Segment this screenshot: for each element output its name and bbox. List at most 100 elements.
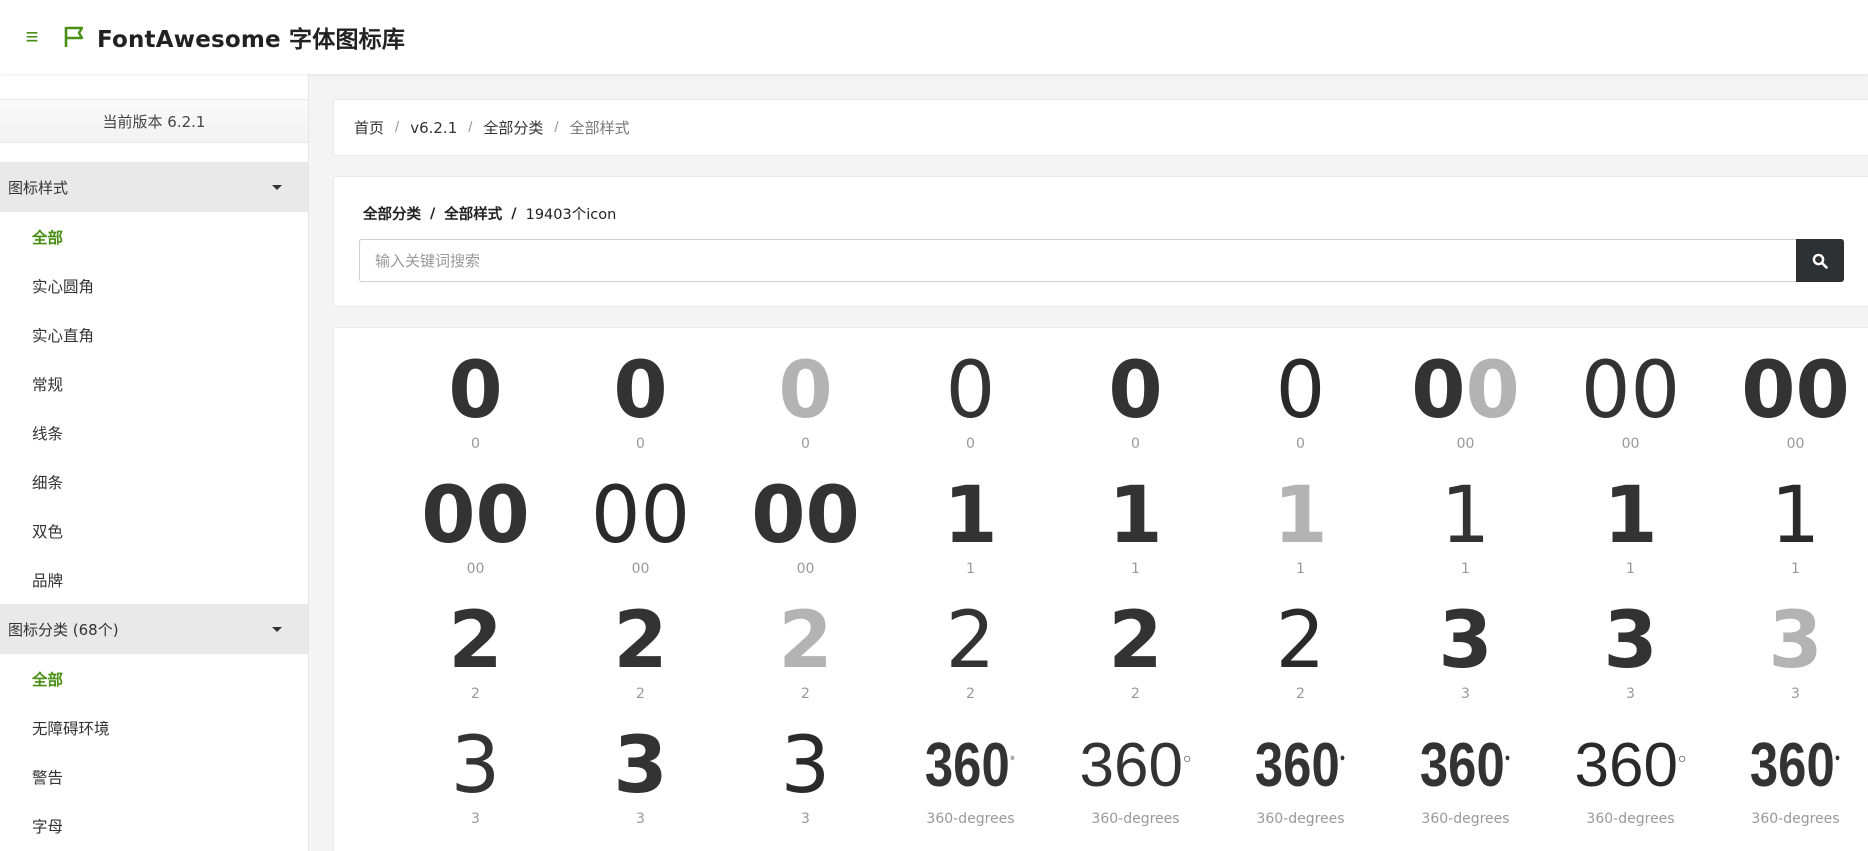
icon-name: 00 [796, 561, 815, 577]
icon-glyph: 3 [450, 721, 501, 811]
icon-name: 2 [1131, 686, 1140, 702]
icon-name: 2 [1296, 686, 1305, 702]
sidebar-item-accessibility[interactable]: 无障碍环境 [0, 703, 308, 752]
version-label: 当前版本 6.2.1 [0, 99, 308, 143]
icon-name: 1 [1131, 561, 1140, 577]
sidebar-item-all-categories[interactable]: 全部 [0, 654, 308, 703]
icon-tile[interactable]: 360 ● 360-degrees [1713, 723, 1868, 848]
icon-tile[interactable]: 00 [1218, 348, 1383, 473]
icon-tile[interactable]: 22 [1053, 598, 1218, 723]
flag-icon [63, 25, 87, 49]
icon-glyph: 3 [1768, 596, 1823, 686]
icon-tile[interactable]: 00 [393, 348, 558, 473]
icon-tile[interactable]: 00 [558, 348, 723, 473]
icon-tile[interactable]: 22 [888, 598, 1053, 723]
breadcrumb-separator: / [554, 119, 559, 136]
brand[interactable]: FontAwesome 字体图标库 [63, 20, 405, 54]
icon-glyph: 3 [613, 721, 668, 811]
icon-glyph: 00 [1411, 346, 1520, 436]
icon-tile[interactable]: 33 [1548, 598, 1713, 723]
filter-category-link[interactable]: 全部分类 [363, 203, 421, 224]
icon-tile[interactable]: 22 [558, 598, 723, 723]
icon-name: 0 [636, 436, 645, 452]
icon-tile[interactable]: 11 [1218, 473, 1383, 598]
icon-tile[interactable]: 0000 [1713, 348, 1868, 473]
search-icon [1812, 253, 1828, 269]
icon-tile[interactable]: 00 [723, 348, 888, 473]
search-input[interactable] [359, 239, 1796, 282]
icon-tile[interactable]: 00 [888, 348, 1053, 473]
icon-tile[interactable]: 11 [1713, 473, 1868, 598]
sidebar-item-regular[interactable]: 常规 [0, 359, 308, 408]
degree-mark: ● [1010, 751, 1016, 764]
sidebar-item-duotone[interactable]: 双色 [0, 506, 308, 555]
icon-name: 00 [466, 561, 485, 577]
caret-down-icon [272, 626, 282, 632]
sidebar-item-all-styles[interactable]: 全部 [0, 212, 308, 261]
sidebar-group-icon-styles[interactable]: 图标样式 [0, 162, 308, 212]
icon-tile[interactable]: 22 [723, 598, 888, 723]
breadcrumb-separator: / [468, 119, 473, 136]
icon-tile[interactable]: 360 ○ 360-degrees [1053, 723, 1218, 848]
sidebar-group-icon-categories[interactable]: 图标分类 (68个) [0, 604, 308, 654]
icon-tile[interactable]: 0000 [1548, 348, 1713, 473]
sidebar-item-thin[interactable]: 细条 [0, 457, 308, 506]
degree-mark: ● [1505, 751, 1511, 764]
sidebar: 当前版本 6.2.1 图标样式 全部 实心圆角 实心直角 常规 线条 细条 双色… [0, 74, 309, 851]
icon-tile[interactable]: 0000 [723, 473, 888, 598]
sidebar-item-brands[interactable]: 品牌 [0, 555, 308, 604]
icon-name: 0 [966, 436, 975, 452]
sidebar-item-light[interactable]: 线条 [0, 408, 308, 457]
sidebar-item-solid-rounded[interactable]: 实心圆角 [0, 261, 308, 310]
icon-tile[interactable]: 11 [1383, 473, 1548, 598]
breadcrumb-home[interactable]: 首页 [354, 117, 384, 138]
search-panel: 全部分类 / 全部样式 / 19403个icon [333, 176, 1868, 307]
icon-tile[interactable]: 360 ● 360-degrees [888, 723, 1053, 848]
icon-tile[interactable]: 22 [1218, 598, 1383, 723]
icon-tile[interactable]: 11 [1053, 473, 1218, 598]
icon-glyph: 2 [1275, 596, 1326, 686]
icon-glyph: 00 [1741, 346, 1850, 436]
icon-tile[interactable]: 33 [1713, 598, 1868, 723]
icon-glyph: 360 ● [1255, 731, 1346, 800]
breadcrumb-categories[interactable]: 全部分类 [483, 117, 543, 138]
icon-tile[interactable]: 00 [1053, 348, 1218, 473]
icon-tile[interactable]: 11 [1548, 473, 1713, 598]
breadcrumb-version[interactable]: v6.2.1 [410, 119, 457, 137]
icon-glyph: 00 [1580, 346, 1681, 436]
icon-tile[interactable]: 360 ● 360-degrees [1218, 723, 1383, 848]
icon-tile[interactable]: 360 ● 360-degrees [1383, 723, 1548, 848]
search-button[interactable] [1796, 239, 1844, 282]
icon-glyph: 360 ○ [1574, 731, 1687, 800]
filter-style-link[interactable]: 全部样式 [444, 203, 502, 224]
icon-tile[interactable]: 33 [558, 723, 723, 848]
icon-tile[interactable]: 33 [1383, 598, 1548, 723]
icon-name: 1 [1791, 561, 1800, 577]
icon-glyph: 2 [1108, 596, 1163, 686]
icon-tile[interactable]: 0000 [393, 473, 558, 598]
icon-name: 00 [1456, 436, 1475, 452]
icon-name: 1 [1626, 561, 1635, 577]
icon-tile[interactable]: 0000 [1383, 348, 1548, 473]
sidebar-item-solid-sharp[interactable]: 实心直角 [0, 310, 308, 359]
breadcrumb-separator: / [395, 119, 400, 136]
sidebar-item-alert[interactable]: 警告 [0, 752, 308, 801]
icon-name: 3 [1791, 686, 1800, 702]
caret-down-icon [272, 184, 282, 190]
icon-tile[interactable]: 0000 [558, 473, 723, 598]
icon-glyph: 360 ● [925, 731, 1016, 800]
icon-name: 360-degrees [1421, 811, 1510, 827]
icon-glyph: 0 [1108, 346, 1163, 436]
icon-tile[interactable]: 33 [393, 723, 558, 848]
sidebar-item-alphabet[interactable]: 字母 [0, 801, 308, 850]
icon-glyph: 360 ○ [1079, 731, 1192, 800]
icon-glyph: 3 [1438, 596, 1493, 686]
icon-tile[interactable]: 11 [888, 473, 1053, 598]
hamburger-menu-button[interactable]: ≡ [17, 22, 47, 52]
icon-tile[interactable]: 33 [723, 723, 888, 848]
icon-name: 00 [631, 561, 650, 577]
icon-tile[interactable]: 360 ○ 360-degrees [1548, 723, 1713, 848]
icon-glyph: 1 [1273, 471, 1328, 561]
icon-glyph: 2 [945, 596, 996, 686]
icon-tile[interactable]: 22 [393, 598, 558, 723]
